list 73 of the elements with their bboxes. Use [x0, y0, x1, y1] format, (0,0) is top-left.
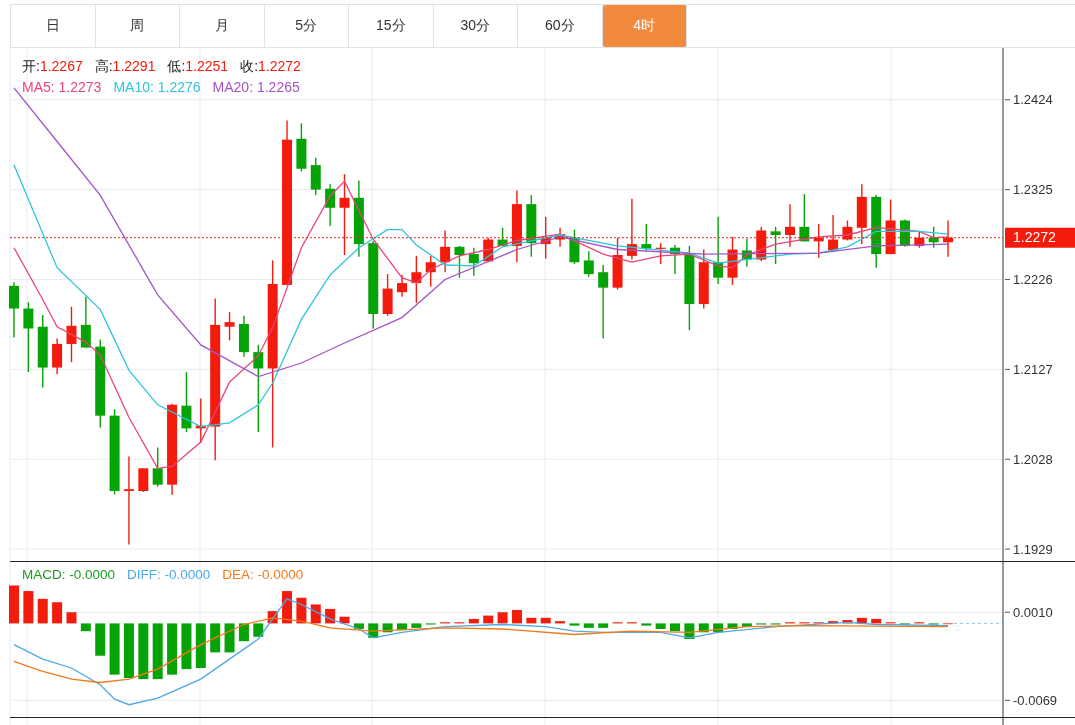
legend-label: 收:: [240, 57, 259, 76]
legend-item: MA10: 1.2276: [113, 78, 201, 97]
candlestick: [856, 183, 867, 245]
legend-item: DEA: -0.0000: [222, 566, 304, 584]
candlestick: [195, 397, 206, 444]
legend-item: MACD: -0.0000: [22, 566, 116, 584]
ref-line-label: 1.2272: [1013, 229, 1057, 246]
candlestick: [138, 467, 149, 493]
candlestick: [756, 226, 767, 263]
candlestick: [670, 244, 680, 275]
candlestick: [641, 223, 652, 253]
candlestick: [569, 228, 580, 265]
candlestick: [238, 315, 249, 358]
candlestick: [583, 250, 594, 278]
candlestick: [425, 255, 436, 288]
candlestick: [928, 226, 939, 249]
candlestick: [411, 255, 422, 304]
candlestick: [943, 219, 954, 258]
candlestick: [497, 227, 508, 247]
candlestick: [655, 242, 666, 265]
legend-label: 高:: [94, 57, 113, 76]
axis-label: -0.0069: [1013, 692, 1058, 708]
axis-label: 1.2226: [1013, 271, 1053, 287]
legend-item: MA5: 1.2273: [22, 78, 102, 97]
candlestick: [23, 301, 34, 373]
candlestick: [885, 198, 896, 255]
candlestick: [483, 237, 494, 263]
axis-label: 1.2028: [1013, 451, 1053, 467]
axis-label: 1.1929: [1013, 541, 1053, 557]
price-tag: 1.2272: [1005, 227, 1075, 248]
axis-label: 1.2127: [1013, 361, 1053, 377]
candlestick: [52, 337, 63, 375]
candlestick: [842, 219, 853, 242]
legend-value: 1.2251: [185, 57, 229, 76]
candlestick: [785, 203, 795, 248]
candlestick: [66, 306, 77, 363]
candlestick: [9, 281, 19, 339]
legend-label: 低:: [167, 57, 186, 76]
candlestick: [828, 214, 839, 252]
candlestick: [555, 227, 566, 248]
candlestick: [813, 223, 824, 259]
candlestick: [152, 446, 163, 488]
candlestick: [914, 230, 925, 249]
candlestick: [612, 237, 623, 291]
candlestick: [382, 273, 393, 317]
axis-label: 1.2325: [1013, 182, 1053, 198]
candlestick: [799, 193, 810, 243]
candlestick: [741, 237, 752, 268]
candlestick: [397, 274, 407, 298]
candlestick: [526, 194, 537, 258]
candlestick: [713, 216, 724, 285]
candlestick: [454, 245, 465, 279]
axis-label: 0.0010: [1013, 604, 1053, 620]
candlestick: [727, 236, 738, 286]
legend-label: 开:: [22, 57, 40, 76]
candlestick: [440, 229, 451, 273]
candlestick: [698, 248, 709, 310]
legend-value: 1.2267: [39, 57, 83, 76]
legend-item: MA20: 1.2265: [212, 78, 300, 97]
legend-item: DIFF: -0.0000: [127, 566, 211, 584]
axis-label: 1.2424: [1013, 92, 1053, 108]
candlestick: [770, 226, 781, 265]
candlestick: [540, 216, 551, 260]
candlestick: [181, 371, 192, 433]
candlestick: [626, 198, 637, 261]
candlestick: [310, 157, 321, 196]
candlestick: [296, 122, 307, 173]
legend-value: 1.2272: [258, 57, 301, 76]
candlestick: [899, 218, 910, 248]
candlestick: [80, 296, 91, 349]
candlestick: [224, 311, 235, 341]
candlestick: [325, 183, 336, 227]
candlestick: [468, 247, 479, 277]
